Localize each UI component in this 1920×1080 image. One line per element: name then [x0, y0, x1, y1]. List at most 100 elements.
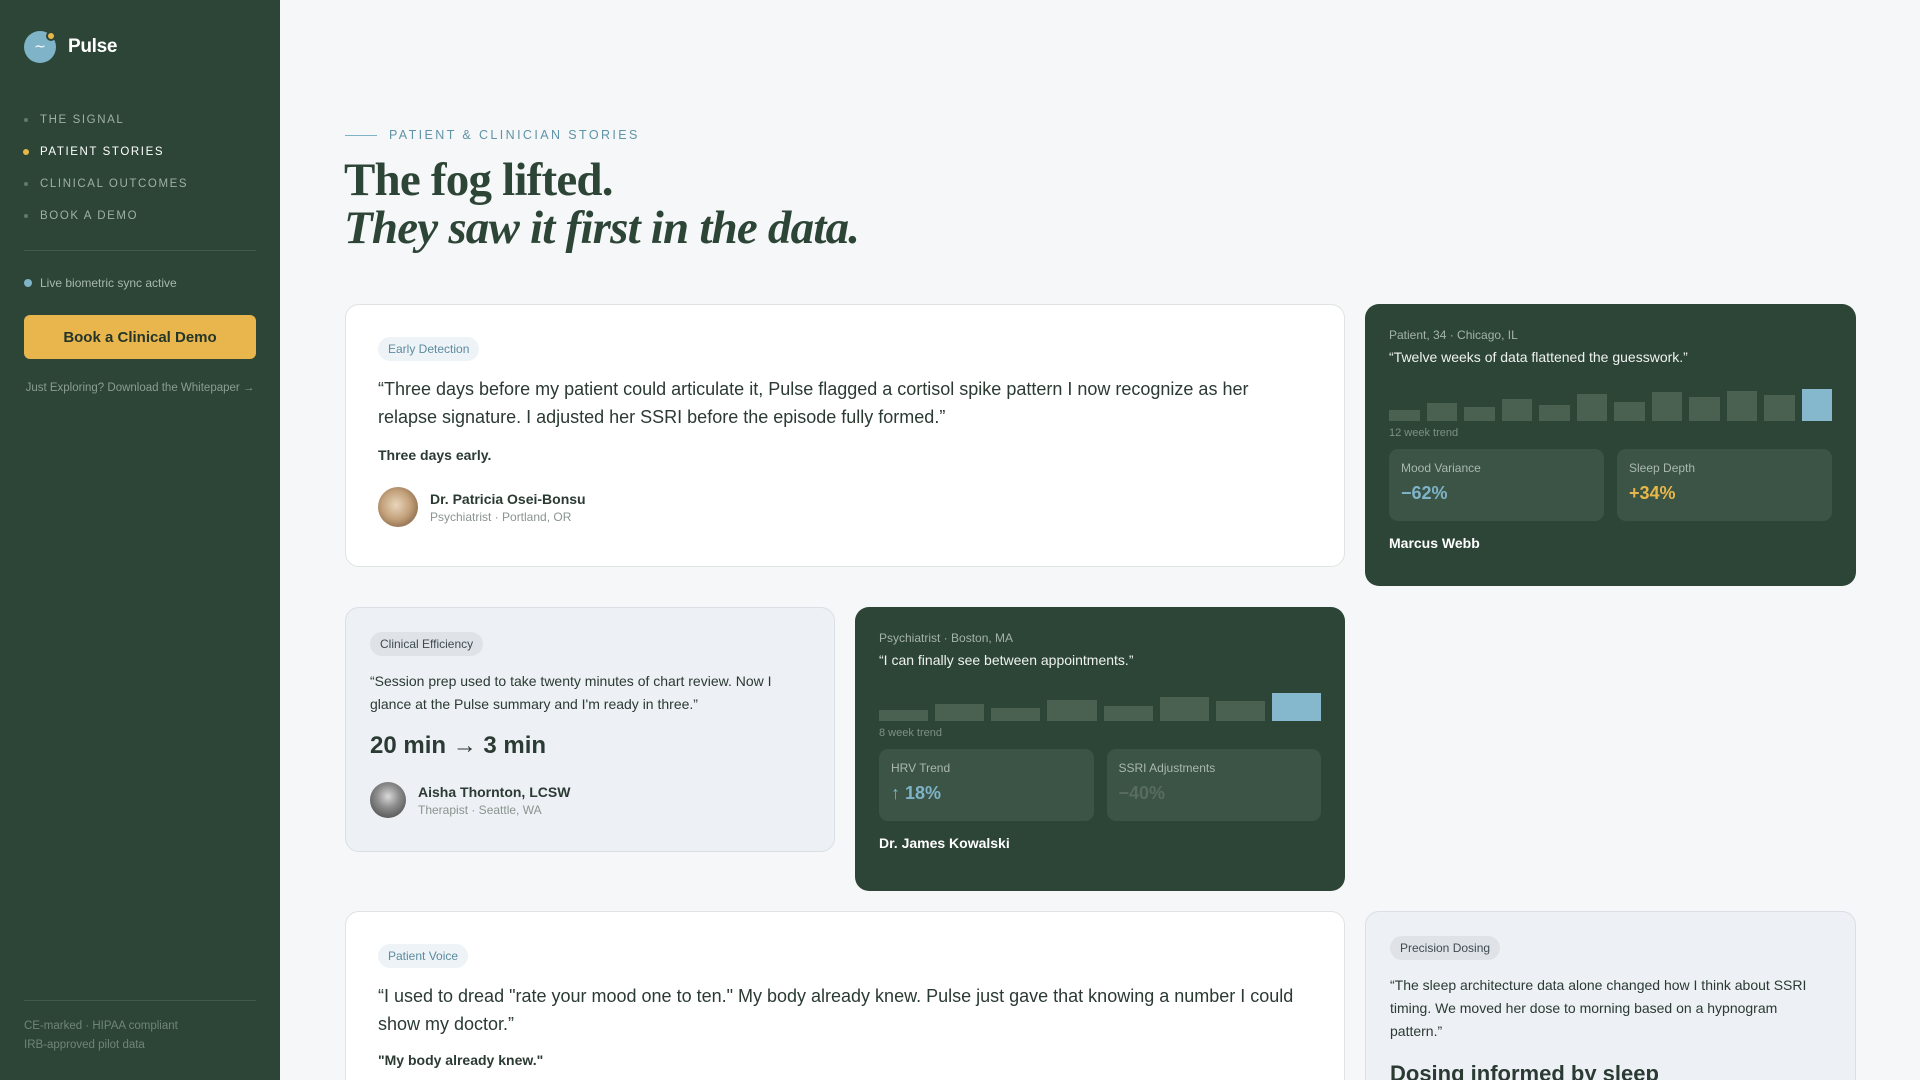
section-eyebrow: PATIENT & CLINICIAN STORIES — [345, 128, 640, 142]
card-person-name: Marcus Webb — [1389, 535, 1480, 551]
card-meta: Psychiatrist · Boston, MA — [879, 631, 1014, 645]
nav-item-clinical-outcomes[interactable]: CLINICAL OUTCOMES — [24, 168, 188, 200]
compliance-line: IRB-approved pilot data — [24, 1039, 145, 1051]
nav-item-patient-stories[interactable]: PATIENT STORIES — [23, 136, 188, 168]
trend-bar — [1539, 405, 1570, 421]
trend-bar — [1159, 697, 1209, 721]
stat-sleep-depth: Sleep Depth +34% — [1617, 449, 1832, 521]
story-tag: Clinical Efficiency — [370, 632, 484, 656]
story-highlight: Three days early. — [378, 447, 492, 463]
nav-bullet-icon — [24, 214, 28, 218]
trend-bar — [1651, 392, 1682, 421]
author-name: Aisha Thornton, LCSW — [418, 783, 571, 800]
trend-bar — [1103, 705, 1153, 721]
story-author: Aisha Thornton, LCSW Therapist · Seattle… — [370, 782, 810, 818]
author-role: Therapist · Seattle, WA — [418, 802, 542, 817]
author-role: Psychiatrist · Portland, OR — [430, 509, 572, 524]
compliance-note: CE-marked · HIPAA compliant IRB-approved… — [24, 1017, 178, 1055]
stat-hrv-trend: HRV Trend ↑ 18% — [879, 749, 1094, 821]
story-quote: “Session prep used to take twenty minute… — [370, 673, 772, 712]
card-person-name: Dr. James Kowalski — [879, 835, 1010, 851]
stat-value: +34% — [1629, 483, 1676, 503]
trend-bar — [1576, 393, 1607, 421]
data-card-marcus-webb: Patient, 34 · Chicago, IL “Twelve weeks … — [1365, 304, 1856, 586]
nav-bullet-icon — [23, 149, 29, 155]
stat-value: ↑ 18% — [891, 783, 942, 803]
stat-label: HRV Trend — [891, 761, 951, 775]
story-quote: “The sleep architecture data alone chang… — [1390, 977, 1807, 1039]
pulse-logo-icon: ~ — [24, 31, 56, 63]
trend-bar — [1271, 693, 1321, 721]
headline-line-2: They saw it first in the data. — [344, 202, 860, 254]
headline-line-1: The fog lifted. — [344, 154, 613, 206]
stat-ssri-adjustments: SSRI Adjustments −40% — [1106, 749, 1321, 821]
nav-bullet-icon — [24, 182, 28, 186]
card-meta: Patient, 34 · Chicago, IL — [1389, 328, 1518, 342]
sidebar-divider — [24, 250, 256, 251]
nav-item-book-a-demo[interactable]: BOOK A DEMO — [24, 200, 188, 232]
nav-item-label: BOOK A DEMO — [40, 210, 139, 222]
sync-dot-icon — [24, 279, 32, 287]
card-quote: “I can finally see between appointments.… — [879, 652, 1134, 668]
sidebar-nav: THE SIGNAL PATIENT STORIES CLINICAL OUTC… — [23, 104, 188, 232]
trend-bar — [1764, 395, 1795, 421]
nav-item-label: PATIENT STORIES — [40, 146, 165, 158]
stat-mood-variance: Mood Variance −62% — [1389, 449, 1604, 521]
nav-item-label: THE SIGNAL — [40, 114, 125, 126]
story-metric: Dosing informed by sleep — [1390, 1061, 1659, 1080]
stat-row: HRV Trend ↑ 18% SSRI Adjustments −40% — [879, 749, 1321, 821]
brand-name: Pulse — [68, 36, 118, 57]
trend-label: 8 week trend — [879, 727, 942, 739]
sidebar: ~ Pulse THE SIGNAL PATIENT STORIES CLINI… — [0, 0, 280, 1080]
trend-bar — [1501, 398, 1532, 421]
whitepaper-link[interactable]: Just Exploring? Download the Whitepaper … — [24, 379, 256, 397]
story-quote: “I used to dread "rate your mood one to … — [378, 986, 1294, 1034]
story-author: Dr. Patricia Osei-Bonsu Psychiatrist · P… — [378, 487, 1312, 527]
trend-chart — [1389, 389, 1832, 421]
logo-accent-dot — [46, 31, 56, 41]
page-title: The fog lifted. They saw it first in the… — [344, 154, 860, 254]
trend-bar — [1726, 390, 1757, 421]
eyebrow-text: PATIENT & CLINICIAN STORIES — [389, 128, 640, 142]
stat-label: Mood Variance — [1401, 461, 1481, 475]
story-tag: Precision Dosing — [1390, 936, 1501, 960]
story-highlight: "My body already knew." — [378, 1052, 544, 1068]
stat-row: Mood Variance −62% Sleep Depth +34% — [1389, 449, 1832, 521]
trend-bar — [879, 709, 929, 721]
story-card-clinical-efficiency: Clinical Efficiency “Session prep used t… — [345, 607, 835, 852]
trend-chart — [879, 693, 1321, 721]
sidebar-footer-divider — [24, 1000, 256, 1001]
author-name: Dr. Patricia Osei-Bonsu — [430, 490, 586, 507]
trend-bar — [1614, 401, 1645, 421]
nav-bullet-icon — [24, 118, 28, 122]
sync-status-text: Live biometric sync active — [40, 276, 177, 290]
story-tag: Early Detection — [378, 337, 480, 361]
trend-label: 12 week trend — [1389, 427, 1459, 439]
nav-item-the-signal[interactable]: THE SIGNAL — [24, 104, 188, 136]
nav-item-label: CLINICAL OUTCOMES — [40, 178, 189, 190]
story-quote: “Three days before my patient could arti… — [378, 379, 1249, 427]
story-metric: 20 min → 3 min — [370, 732, 547, 759]
sync-status: Live biometric sync active — [24, 276, 177, 290]
trend-bar — [991, 708, 1041, 721]
book-demo-button[interactable]: Book a Clinical Demo — [24, 315, 256, 359]
card-quote: “Twelve weeks of data flattened the gues… — [1389, 349, 1688, 365]
avatar — [370, 782, 406, 818]
compliance-line: CE-marked · HIPAA compliant — [24, 1020, 178, 1032]
trend-bar — [1426, 403, 1457, 421]
trend-bar — [1215, 701, 1265, 721]
stat-value: −62% — [1401, 483, 1448, 503]
stat-label: SSRI Adjustments — [1118, 761, 1216, 775]
trend-bar — [1801, 389, 1832, 421]
story-card-precision-dosing: Precision Dosing “The sleep architecture… — [1365, 911, 1856, 1080]
trend-bar — [1389, 409, 1420, 421]
stat-value: −40% — [1118, 783, 1166, 803]
story-card-early-detection: Early Detection “Three days before my pa… — [345, 304, 1345, 567]
avatar — [378, 487, 418, 527]
trend-bar — [1689, 397, 1720, 421]
story-tag: Patient Voice — [378, 944, 469, 968]
trend-bar — [1464, 406, 1495, 421]
trend-bar — [1047, 700, 1097, 721]
brand[interactable]: ~ Pulse — [24, 31, 118, 63]
story-card-patient-voice: Patient Voice “I used to dread "rate you… — [345, 911, 1345, 1080]
